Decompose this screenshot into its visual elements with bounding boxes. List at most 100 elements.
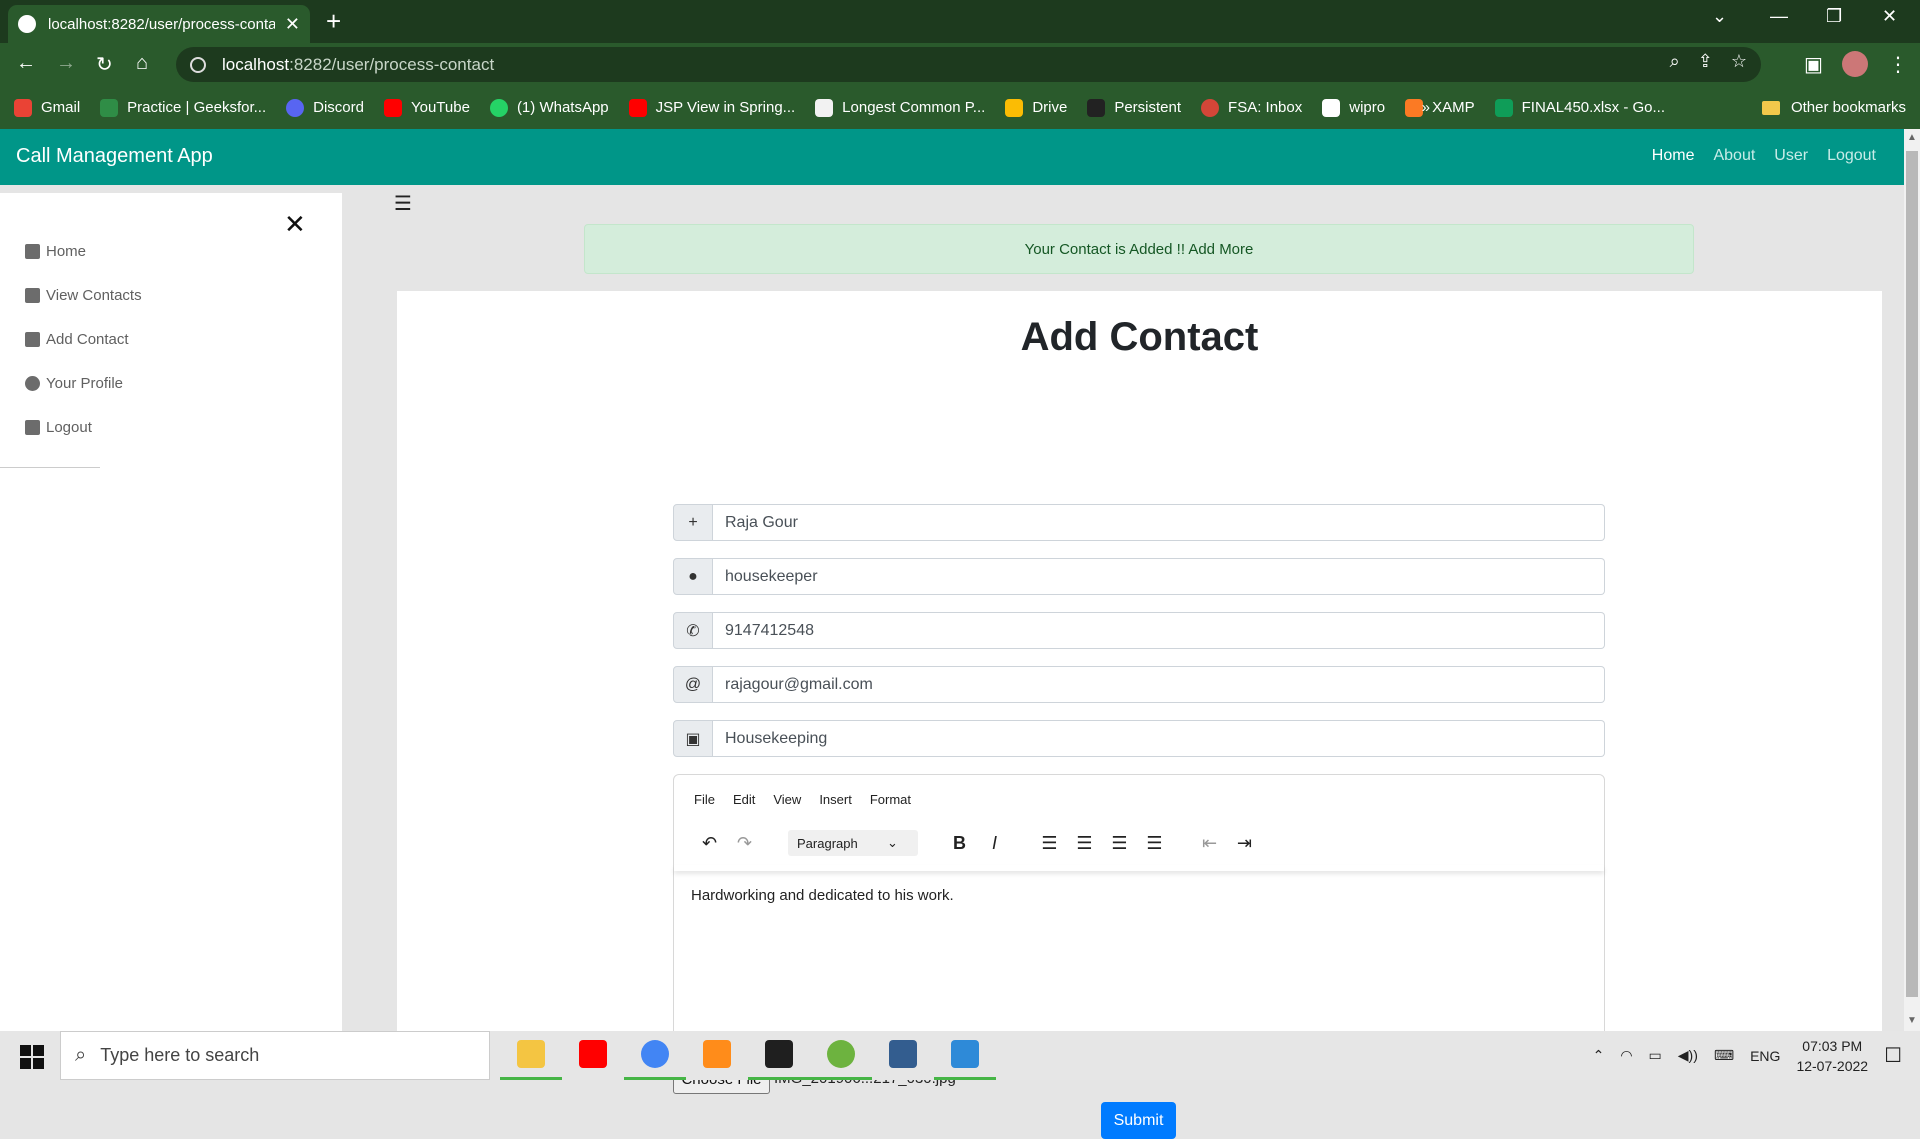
spring-tool-icon[interactable] [810,1031,872,1080]
nav-user[interactable]: User [1774,147,1808,165]
restore-button[interactable]: ❐ [1826,6,1842,27]
app-brand[interactable]: Call Management App [16,145,213,168]
work-field[interactable]: ▣ Housekeeping [673,720,1605,757]
bookmark-whatsapp[interactable]: (1) WhatsApp [489,98,609,117]
name-input[interactable]: Raja Gour [713,504,1605,541]
undo-icon[interactable]: ↶ [692,833,727,854]
reload-button[interactable]: ↻ [96,52,113,77]
bookmark-drive[interactable]: Drive [1005,98,1067,117]
more-bookmarks-button[interactable]: » [1422,99,1430,116]
site-info-icon[interactable] [190,56,206,73]
hamburger-menu-icon[interactable]: ☰ [394,191,412,216]
youtube-app-icon[interactable] [562,1031,624,1080]
volume-icon[interactable]: ◀)) [1678,1047,1698,1064]
editor-content[interactable]: Hardworking and dedicated to his work. [691,887,954,904]
bookmark-wipro[interactable]: wipro [1322,98,1385,117]
taskbar-search[interactable]: ⌕ Type here to search [60,1031,490,1080]
keyboard-icon[interactable]: ⌨ [1714,1047,1734,1064]
sidebar-item-home[interactable]: Home [25,243,86,260]
italic-icon[interactable]: I [977,833,1012,854]
redo-icon[interactable]: ↷ [727,833,762,854]
bookmark-discord[interactable]: Discord [286,98,364,117]
email-field[interactable]: @ rajagour@gmail.com [673,666,1605,703]
wipro-icon [1322,98,1341,117]
bookmark-youtube[interactable]: YouTube [383,98,470,117]
scrollbar-thumb[interactable] [1906,151,1918,997]
outdent-icon[interactable]: ⇤ [1192,833,1227,854]
side-panel-icon[interactable]: ▣ [1804,52,1823,77]
notifications-icon[interactable]: ☐ [1884,1043,1902,1068]
bookmark-xamp[interactable]: XAMP [1405,98,1475,117]
other-bookmarks[interactable]: Other bookmarks [1761,99,1906,116]
email-input[interactable]: rajagour@gmail.com [713,666,1605,703]
show-hidden-icons[interactable]: ⌃ [1593,1047,1605,1064]
name-field[interactable]: + Raja Gour [673,504,1605,541]
block-format-select[interactable]: Paragraph ⌄ [788,830,918,856]
bookmark-fsa-inbox[interactable]: FSA: Inbox [1201,98,1302,117]
address-bar[interactable]: localhost :8282/user/process-contact ⌕ ⇪… [176,47,1761,82]
editor-menu-format[interactable]: Format [870,792,911,807]
phone-input[interactable]: 9147412548 [713,612,1605,649]
sidebar-item-logout[interactable]: Logout [25,419,92,436]
close-sidebar-icon[interactable]: ✕ [284,209,306,240]
align-left-icon[interactable]: ☰ [1032,833,1067,854]
bold-icon[interactable]: B [942,833,977,854]
tab-search-icon[interactable]: ⌄ [1712,6,1727,27]
forward-button[interactable]: → [56,52,76,75]
editor-menu-edit[interactable]: Edit [733,792,755,807]
editor-menu-file[interactable]: File [694,792,715,807]
minimize-button[interactable]: — [1770,6,1788,27]
close-window-button[interactable]: ✕ [1882,6,1897,27]
back-button[interactable]: ← [16,52,36,75]
browser-tab[interactable]: localhost:8282/user/process-contact ✕ [8,5,310,43]
bookmark-jsp-view[interactable]: JSP View in Spring... [628,98,795,117]
nickname-field[interactable]: ● housekeeper [673,558,1605,595]
sublime-text-icon[interactable] [686,1031,748,1080]
battery-icon[interactable]: ▭ [1649,1047,1662,1064]
phone-field[interactable]: ✆ 9147412548 [673,612,1605,649]
submit-button[interactable]: Submit [1101,1102,1176,1139]
indent-icon[interactable]: ⇥ [1227,833,1262,854]
nav-about[interactable]: About [1713,147,1755,165]
scroll-down-arrow[interactable]: ▼ [1907,1015,1917,1026]
bookmark-final450[interactable]: FINAL450.xlsx - Go... [1494,98,1665,117]
zoom-icon[interactable]: ⌕ [1670,51,1680,72]
profile-avatar[interactable] [1842,51,1868,77]
close-tab-icon[interactable]: ✕ [285,14,300,35]
windows-start-icon[interactable] [20,1045,44,1069]
bookmark-longest-common[interactable]: Longest Common P... [815,98,985,117]
nav-home[interactable]: Home [1652,147,1695,165]
discord-icon [286,98,305,117]
sidebar-item-your-profile[interactable]: Your Profile [25,375,123,392]
editor-menu-insert[interactable]: Insert [819,792,852,807]
rich-text-editor[interactable]: File Edit View Insert Format ↶ ↷ Paragra… [673,774,1605,1060]
share-icon[interactable]: ⇪ [1698,51,1713,72]
mysql-workbench-icon[interactable] [872,1031,934,1080]
align-right-icon[interactable]: ☰ [1102,833,1137,854]
bookmark-geeksforgeeks[interactable]: Practice | Geeksfor... [100,98,266,117]
sidebar-item-add-contact[interactable]: Add Contact [25,331,129,348]
align-center-icon[interactable]: ☰ [1067,833,1102,854]
language-indicator[interactable]: ENG [1750,1048,1780,1064]
new-tab-button[interactable]: + [326,6,341,37]
home-button[interactable]: ⌂ [136,52,148,75]
bookmark-gmail[interactable]: Gmail [14,98,80,117]
editor-menu-view[interactable]: View [773,792,801,807]
work-input[interactable]: Housekeeping [713,720,1605,757]
chrome-icon[interactable] [624,1031,686,1080]
wifi-icon[interactable]: ◠ [1620,1047,1632,1064]
bookmark-persistent[interactable]: Persistent [1087,98,1181,117]
photos-icon[interactable] [934,1031,996,1080]
at-icon: @ [673,666,713,703]
bookmark-star-icon[interactable]: ☆ [1731,51,1747,72]
intellij-icon[interactable] [748,1031,810,1080]
sidebar-item-view-contacts[interactable]: View Contacts [25,287,142,304]
nav-logout[interactable]: Logout [1827,147,1876,165]
menu-kebab-icon[interactable]: ⋮ [1888,52,1908,77]
clock[interactable]: 07:03 PM 12-07-2022 [1796,1036,1868,1076]
nickname-input[interactable]: housekeeper [713,558,1605,595]
align-justify-icon[interactable]: ☰ [1137,833,1172,854]
file-explorer-icon[interactable] [500,1031,562,1080]
page-scrollbar[interactable]: ▲ ▼ [1904,129,1920,1031]
scroll-up-arrow[interactable]: ▲ [1907,132,1917,143]
